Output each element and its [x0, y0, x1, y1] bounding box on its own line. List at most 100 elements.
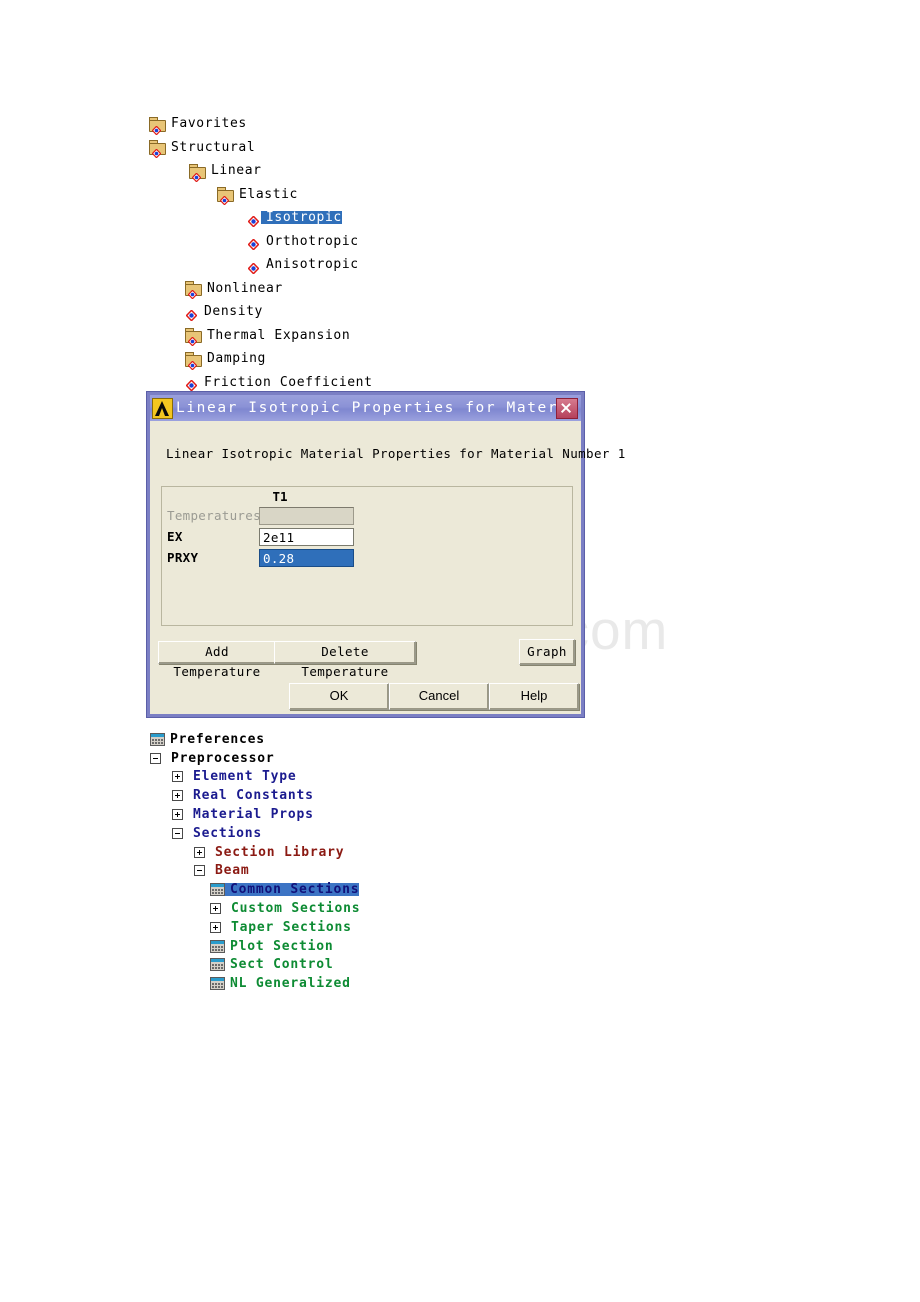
dialog-icon	[150, 732, 165, 746]
folder-node-icon	[185, 351, 202, 371]
diamond-node-icon	[185, 305, 199, 322]
material-tree-item[interactable]: Elastic	[149, 183, 373, 207]
material-tree-item[interactable]: Damping	[149, 347, 373, 371]
property-value-input[interactable]: 0.28	[259, 548, 354, 567]
menu-tree-item-label: Preprocessor	[171, 750, 275, 766]
menu-tree-item[interactable]: Plot Section	[150, 937, 360, 956]
property-label: Temperatures	[167, 508, 261, 523]
linear-isotropic-properties-dialog: Linear Isotropic Properties for Mater...…	[147, 392, 626, 717]
property-label: EX	[167, 529, 183, 544]
add-temperature-button[interactable]: Add Temperature	[158, 641, 276, 679]
grid-rows: Temperatures EX 2e11 PRXY 0.28	[162, 505, 572, 568]
expand-plus-icon[interactable]	[172, 790, 183, 802]
properties-grid: T1 Temperatures EX 2e11 PRXY 0.28	[161, 486, 573, 626]
menu-tree-item[interactable]: NL Generalized	[150, 974, 360, 993]
material-tree-item[interactable]: Nonlinear	[149, 277, 373, 301]
expand-plus-icon[interactable]	[194, 846, 205, 858]
menu-tree-item[interactable]: Sections	[150, 824, 360, 843]
menu-tree-item-label: Section Library	[215, 844, 345, 860]
menu-tree-item-label: Material Props	[193, 807, 314, 823]
folder-node-icon	[185, 328, 202, 347]
folder-node-icon	[189, 163, 206, 183]
material-tree-item[interactable]: Linear	[149, 159, 373, 183]
property-row: EX 2e11	[162, 526, 572, 547]
menu-tree-item-label: Beam	[215, 863, 250, 879]
menu-tree-item[interactable]: Common Sections	[150, 880, 360, 899]
folder-node-icon	[149, 140, 166, 159]
dialog-icon	[210, 939, 225, 953]
collapse-minus-icon[interactable]	[172, 827, 183, 839]
material-tree-item[interactable]: Friction Coefficient	[149, 371, 373, 395]
dialog-heading: Linear Isotropic Material Properties for…	[166, 446, 626, 461]
material-tree-item[interactable]: Isotropic	[149, 206, 373, 230]
menu-tree-item[interactable]: Sect Control	[150, 956, 360, 975]
expand-plus-icon[interactable]	[210, 903, 221, 915]
folder-node-icon	[217, 187, 234, 206]
material-tree-item[interactable]: Structural	[149, 136, 373, 160]
property-value-input[interactable]: 2e11	[259, 527, 354, 546]
material-tree-item-label: Isotropic	[261, 211, 342, 225]
material-tree-item-label: Orthotropic	[266, 233, 359, 249]
menu-tree-item-label: Common Sections	[225, 883, 360, 897]
menu-tree-item[interactable]: Custom Sections	[150, 899, 360, 918]
menu-tree-item[interactable]: Beam	[150, 862, 360, 881]
menu-tree-item[interactable]: Element Type	[150, 768, 360, 787]
main-menu-tree[interactable]: Preferences Preprocessor Element Type Real …	[150, 730, 360, 993]
material-tree-item-label: Friction Coefficient	[204, 374, 373, 390]
material-tree-item-label: Anisotropic	[266, 257, 359, 273]
material-tree-item-label: Nonlinear	[207, 280, 283, 296]
dialog-titlebar[interactable]: Linear Isotropic Properties for Mater...	[150, 395, 581, 421]
expand-plus-icon[interactable]	[172, 809, 183, 821]
menu-tree-item[interactable]: Preprocessor	[150, 749, 360, 768]
grid-header: T1	[162, 487, 572, 505]
diamond-node-icon	[185, 375, 199, 392]
material-tree-item-label: Thermal Expansion	[207, 327, 351, 343]
material-tree-item[interactable]: Thermal Expansion	[149, 324, 373, 348]
diamond-node-icon	[247, 211, 261, 228]
collapse-minus-icon[interactable]	[150, 752, 161, 764]
material-tree-item[interactable]: Anisotropic	[149, 253, 373, 277]
ansys-logo-icon	[152, 397, 173, 419]
material-tree-item[interactable]: Favorites	[149, 112, 373, 136]
property-value-input[interactable]	[259, 506, 354, 525]
collapse-minus-icon[interactable]	[194, 865, 205, 877]
menu-tree-item[interactable]: Section Library	[150, 843, 360, 862]
property-row: Temperatures	[162, 505, 572, 526]
material-tree-item-label: Linear	[211, 163, 262, 179]
menu-tree-item[interactable]: Material Props	[150, 805, 360, 824]
property-row: PRXY 0.28	[162, 547, 572, 568]
ok-button[interactable]: OK	[289, 683, 389, 710]
folder-node-icon	[149, 116, 166, 136]
material-model-tree[interactable]: Favorites Structural Linear Elastic Isotropi…	[149, 112, 373, 394]
dialog-title: Linear Isotropic Properties for Mater...	[176, 400, 556, 416]
diamond-node-icon	[247, 234, 261, 251]
material-tree-item-label: Structural	[171, 139, 256, 155]
material-tree-item[interactable]: Density	[149, 300, 373, 324]
menu-tree-item-label: Preferences	[170, 731, 265, 747]
menu-tree-item[interactable]: Real Constants	[150, 786, 360, 805]
folder-node-icon	[185, 281, 202, 300]
material-tree-item-label: Damping	[207, 351, 266, 367]
menu-tree-item-label: Real Constants	[193, 788, 314, 804]
diamond-node-icon	[247, 258, 261, 275]
dialog-icon	[210, 883, 225, 897]
material-tree-item-label: Density	[204, 304, 263, 320]
dialog-icon	[210, 977, 225, 991]
menu-tree-item-label: Plot Section	[230, 938, 334, 954]
dialog-icon	[210, 958, 225, 972]
material-tree-item-label: Elastic	[239, 186, 298, 202]
expand-plus-icon[interactable]	[210, 921, 221, 933]
menu-tree-item-label: Element Type	[193, 769, 297, 785]
menu-tree-item[interactable]: Taper Sections	[150, 918, 360, 937]
menu-tree-item[interactable]: Preferences	[150, 730, 360, 749]
expand-plus-icon[interactable]	[172, 771, 183, 783]
menu-tree-item-label: Sect Control	[230, 957, 334, 973]
graph-button[interactable]: Graph	[519, 639, 575, 665]
cancel-button[interactable]: Cancel	[389, 683, 489, 710]
menu-tree-item-label: Sections	[193, 825, 263, 841]
help-button[interactable]: Help	[489, 683, 579, 710]
material-tree-item-label: Favorites	[171, 116, 247, 132]
material-tree-item[interactable]: Orthotropic	[149, 230, 373, 254]
close-icon[interactable]	[556, 397, 578, 419]
delete-temperature-button[interactable]: Delete Temperature	[274, 641, 416, 679]
